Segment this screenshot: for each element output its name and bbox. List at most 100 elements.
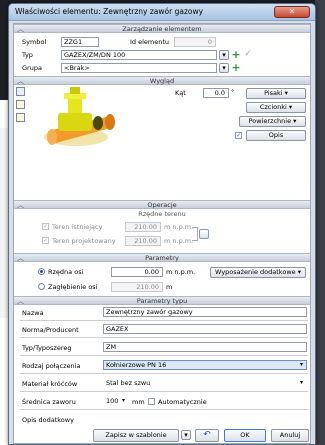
rodzaj-label: Rodzaj połączenia [22, 362, 81, 370]
opis-label: Opis [268, 131, 284, 139]
add-type-icon[interactable]: + [231, 49, 241, 60]
divider [20, 320, 308, 321]
ok-button[interactable]: OK [224, 429, 266, 442]
dropdown-icon: ▾ [293, 117, 297, 125]
section-parametry[interactable]: ︿ Parametry [14, 253, 310, 262]
view-section-icon[interactable] [16, 113, 25, 122]
symbol-label: Symbol [22, 38, 47, 46]
pisaki-button[interactable]: Pisaki ▾ [246, 88, 306, 99]
collapse-icon[interactable]: ︿ [17, 77, 24, 85]
section-zarzadzanie[interactable]: ︿ Zarządzanie elementem [14, 24, 310, 33]
section-title: Wygląd [149, 77, 175, 85]
teren-projektowany-unit: m n.p.m. [164, 237, 194, 245]
kat-label: Kąt [175, 89, 186, 97]
confirm-icon[interactable]: ✓ [243, 50, 253, 60]
zaglebienie-unit: m [166, 283, 173, 291]
grupa-select[interactable]: <Brak> [61, 63, 217, 73]
wyposazenie-label: Wyposażenie dodatkowe [215, 268, 296, 276]
opis-button[interactable]: Opis [246, 130, 306, 141]
undo-button[interactable]: ↶ [195, 429, 219, 442]
material-select[interactable]: Stal bez szwu [103, 378, 307, 388]
divider [20, 409, 308, 410]
properties-dialog: Właściwości elementu: Zewnętrzny zawór g… [8, 3, 316, 445]
opis-dodatkowy-input[interactable] [103, 414, 307, 424]
czcionki-button[interactable]: Czcionki ▾ [246, 102, 306, 113]
teren-istniejacy-input: 210.00 [125, 222, 161, 232]
preview-image [28, 87, 123, 157]
teren-istniejacy-unit: m n.p.m. [164, 223, 194, 231]
opis-checkbox[interactable]: ✓ [235, 132, 242, 139]
section-title: Operacje [147, 201, 177, 209]
opis-dodatkowy-label: Opis dodatkowy [22, 416, 74, 424]
close-button[interactable]: ✕ [274, 6, 310, 18]
id-label: Id elementu [130, 38, 170, 46]
teren-istniejacy-label: Teren istniejący [52, 223, 103, 231]
teren-projektowany-checkbox[interactable]: ✓ [42, 237, 49, 244]
window-title: Właściwości elementu: Zewnętrzny zawór g… [15, 7, 204, 16]
material-label: Materiał króćców [22, 380, 78, 388]
divider [20, 355, 308, 356]
nazwa-input[interactable]: Zewnętrzny zawór gazowy [103, 307, 307, 317]
symbol-input[interactable]: ZZG1 [61, 37, 99, 47]
view-3d-icon[interactable] [16, 87, 25, 96]
rzedne-terenu-heading: Rzędne terenu [138, 210, 186, 218]
kat-unit: ° [231, 88, 235, 96]
dropdown-icon: ▾ [288, 103, 293, 111]
add-group-icon[interactable]: + [231, 62, 241, 73]
grupa-label: Grupa [22, 64, 42, 72]
powierzchnie-label: Powierzchnie [248, 117, 292, 125]
collapse-icon[interactable]: ︿ [17, 201, 24, 209]
view-plan-icon[interactable] [16, 100, 25, 109]
zaglebienie-radio[interactable] [38, 283, 45, 290]
zapisz-button[interactable]: Zapisz w szablonie [93, 429, 179, 442]
zaglebienie-label: Zagłębienie osi [48, 283, 98, 291]
section-wyglad[interactable]: ︿ Wygląd [14, 76, 310, 85]
typ-dropdown-button[interactable]: ▾ [219, 50, 229, 60]
kat-input[interactable]: 0.0 [203, 88, 229, 98]
rodzaj-select[interactable]: Kołnierzowe PN 16 [103, 360, 307, 370]
dropdown-icon: ▾ [122, 397, 126, 404]
typ-select[interactable]: GAZEX/ZM/DN 100 [61, 50, 217, 60]
automatycznie-label: Automatycznie [158, 398, 207, 406]
dialog-body: ︿ Zarządzanie elementem Symbol ZZG1 Id e… [13, 23, 311, 444]
typoszereg-input[interactable]: ZM [103, 342, 307, 352]
zaglebienie-input: 210.00 [111, 282, 163, 292]
grupa-dropdown-button[interactable]: ▾ [219, 63, 229, 73]
section-title: Parametry [145, 254, 179, 262]
nazwa-label: Nazwa [22, 309, 44, 317]
norma-input[interactable]: GAZEX [103, 324, 307, 334]
dropdown-icon: ▾ [300, 361, 304, 368]
czcionki-label: Czcionki [259, 103, 287, 111]
collapse-icon[interactable]: ︿ [17, 254, 24, 262]
teren-projektowany-label: Teren projektowany [52, 237, 116, 245]
dropdown-icon: ▾ [300, 379, 304, 386]
anuluj-button[interactable]: Anuluj [271, 429, 309, 442]
teren-istniejacy-checkbox[interactable]: ✓ [42, 223, 49, 230]
id-input: 0 [174, 37, 216, 47]
section-parametry-typu[interactable]: ︿ Parametry typu [14, 296, 310, 305]
norma-label: Norma/Producent [22, 326, 79, 334]
typ-label: Typ [22, 51, 33, 59]
typoszereg-label: Typ/Typoszereg [22, 344, 72, 352]
pisaki-label: Pisaki [264, 89, 283, 97]
automatycznie-checkbox[interactable] [148, 398, 155, 405]
rzedna-osi-input[interactable]: 0.00 [111, 267, 163, 277]
link-bracket [192, 227, 198, 241]
section-title: Parametry typu [136, 297, 188, 305]
section-operacje[interactable]: ︿ Operacje [14, 200, 310, 209]
teren-projektowany-input: 210.00 [125, 236, 161, 246]
rzedna-osi-radio[interactable] [38, 268, 45, 275]
powierzchnie-button[interactable]: Powierzchnie ▾ [239, 116, 306, 127]
title-bar[interactable]: Właściwości elementu: Zewnętrzny zawór g… [9, 4, 315, 21]
wyposazenie-button[interactable]: Wyposażenie dodatkowe ▾ [210, 267, 306, 278]
link-terrain-icon[interactable] [199, 229, 209, 239]
divider [20, 373, 308, 374]
rzedna-osi-unit: m n.p.m. [166, 268, 196, 276]
collapse-icon[interactable]: ︿ [17, 297, 24, 305]
rzedna-osi-label: Rzędna osi [48, 268, 84, 276]
divider [20, 391, 308, 392]
zapisz-dropdown-button[interactable]: ▾ [181, 430, 191, 440]
collapse-icon[interactable]: ︿ [17, 25, 24, 33]
dropdown-icon: ▾ [284, 89, 288, 97]
section-title: Zarządzanie elementem [122, 25, 202, 33]
